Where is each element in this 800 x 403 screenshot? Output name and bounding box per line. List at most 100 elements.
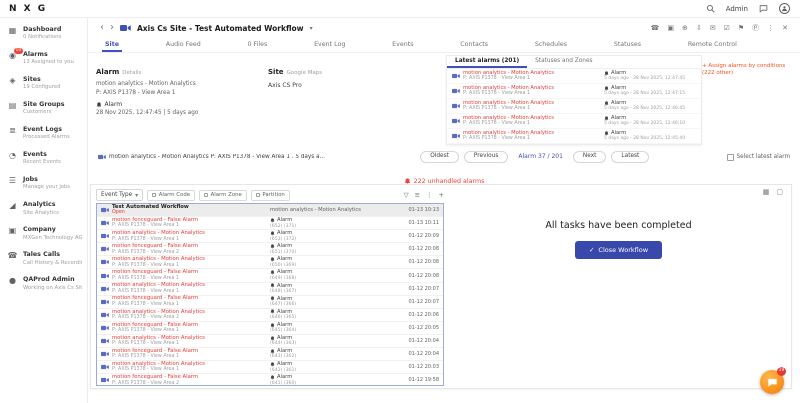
list-item[interactable]: motion analytics - Motion Analytics P: A… bbox=[447, 84, 701, 99]
add-icon[interactable]: + bbox=[439, 192, 444, 199]
search-icon[interactable] bbox=[706, 4, 715, 13]
sidebar-item-tales-calls[interactable]: ☎ Tales Calls Call History & Recordings bbox=[0, 246, 87, 271]
sort-icon[interactable]: ≡ bbox=[415, 192, 420, 199]
filter-chip-alarm-zone[interactable]: Alarm Zone bbox=[199, 189, 247, 201]
video-icon[interactable]: ▣ bbox=[667, 24, 674, 32]
close-icon[interactable]: ✕ bbox=[782, 24, 788, 32]
more-icon[interactable]: ⋮ bbox=[426, 192, 433, 199]
table-row[interactable]: motion analytics - Motion Analytics P: A… bbox=[97, 361, 443, 375]
content-top: Alarm Details motion analytics - Motion A… bbox=[88, 53, 800, 148]
sidebar-item-dashboard[interactable]: ▦ Dashboard 0 Notifications bbox=[0, 21, 87, 46]
tab-files[interactable]: 0 Files bbox=[244, 38, 270, 52]
more-icon[interactable]: ⋮ bbox=[767, 24, 774, 32]
bell-icon bbox=[604, 100, 609, 105]
tab-statuses[interactable]: Statuses bbox=[611, 38, 644, 52]
table-row[interactable]: motion analytics - Motion Analytics P: A… bbox=[97, 282, 443, 296]
parking-icon[interactable]: Ⓟ bbox=[752, 24, 759, 32]
list-item[interactable]: motion analytics - Motion Analytics P: A… bbox=[447, 69, 701, 84]
phone-icon: ☎ bbox=[7, 251, 18, 261]
events-icon: ◔ bbox=[9, 151, 16, 161]
table-row[interactable]: motion fenceguard - False Alarm P: AXIS … bbox=[97, 322, 443, 335]
oldest-button[interactable]: Oldest bbox=[420, 150, 459, 164]
table-row[interactable]: motion fenceguard - False Alarm P: AXIS … bbox=[97, 243, 443, 257]
table-row[interactable]: motion analytics - Motion Analytics P: A… bbox=[97, 229, 443, 244]
avatar[interactable] bbox=[779, 3, 790, 14]
sidebar-item-sites[interactable]: ◈ Sites 19 Configured bbox=[0, 71, 87, 96]
table-row[interactable]: motion fenceguard - False Alarm P: AXIS … bbox=[97, 348, 443, 362]
table-row[interactable]: motion fenceguard - False Alarm P: AXIS … bbox=[97, 295, 443, 309]
camera-icon bbox=[452, 88, 460, 94]
sidebar-item-analytics[interactable]: ◢ Analytics Site Analytics bbox=[0, 196, 87, 221]
tab-audio-feed[interactable]: Audio Feed bbox=[163, 38, 204, 52]
window-title[interactable]: Axis Cs Site - Test Automated Workflow bbox=[137, 24, 304, 33]
support-fab[interactable]: 19 bbox=[760, 367, 786, 394]
notification-badge: 10 bbox=[14, 48, 23, 55]
tab-event-log[interactable]: Event Log bbox=[311, 38, 348, 52]
camera-icon bbox=[101, 233, 109, 239]
filter-chip-alarm-code[interactable]: Alarm Code bbox=[147, 189, 196, 201]
sidebar-item-company[interactable]: ▣ Company MXGen Technology AG bbox=[0, 221, 87, 246]
sidebar-item-alarms[interactable]: ◉ 10 Alarms 13 Assigned to you bbox=[0, 46, 87, 71]
bell-icon bbox=[604, 130, 609, 135]
expand-icon[interactable]: ▢ bbox=[776, 189, 783, 196]
next-button[interactable]: Next bbox=[572, 150, 607, 164]
table-row[interactable]: motion analytics - Motion Analytics P: A… bbox=[97, 256, 443, 270]
bell-icon bbox=[604, 115, 609, 120]
admin-menu[interactable]: Admin bbox=[726, 5, 748, 13]
funnel-icon[interactable]: ▽ bbox=[404, 192, 409, 199]
globe-icon[interactable]: ⊕ bbox=[682, 24, 688, 32]
sidebar-item-site-groups[interactable]: ▤ Site Groups Customers bbox=[0, 96, 87, 121]
row-subtitle: P: AXIS P1378 - View Area 1 bbox=[112, 275, 179, 281]
sidebar-item-jobs[interactable]: ☰ Jobs Manage your jobs bbox=[0, 171, 87, 196]
tab-schedules[interactable]: Schedules bbox=[532, 38, 570, 52]
list-item[interactable]: motion analytics - Motion Analytics P: A… bbox=[447, 129, 701, 144]
tab-statuses-and-zones[interactable]: Statuses and Zones bbox=[527, 56, 600, 68]
site-panel: Site Google Maps Axis CS Pro bbox=[268, 59, 378, 89]
phone-icon[interactable]: ☎ bbox=[651, 24, 660, 32]
list-item[interactable]: motion analytics - Motion Analytics P: A… bbox=[447, 99, 701, 114]
chevron-down-icon[interactable]: ▾ bbox=[310, 25, 313, 32]
list-item[interactable]: motion analytics - Motion Analytics P: A… bbox=[447, 114, 701, 129]
task-icon[interactable]: ☑ bbox=[724, 24, 730, 32]
table-row[interactable]: Test Automated Workflow Open motion anal… bbox=[97, 204, 443, 218]
previous-button[interactable]: Previous bbox=[463, 150, 509, 164]
row-codes: (641) (360) bbox=[270, 380, 297, 386]
grid-icon[interactable]: ▦ bbox=[763, 189, 770, 196]
table-row[interactable]: motion fenceguard - False Alarm P: AXIS … bbox=[97, 374, 443, 386]
latest-button[interactable]: Latest bbox=[611, 150, 650, 164]
close-workflow-button[interactable]: ✓ Close Workflow bbox=[574, 241, 663, 259]
forward-button[interactable]: › bbox=[110, 23, 114, 33]
alarm-device: P: AXIS P1378 - View Area 1 bbox=[463, 136, 530, 142]
tab-remote-control[interactable]: Remote Control bbox=[685, 38, 740, 52]
tab-events[interactable]: Events bbox=[389, 38, 416, 52]
tab-site[interactable]: Site bbox=[102, 38, 122, 52]
filter-chip-partition[interactable]: Partition bbox=[250, 189, 290, 201]
tab-latest-alarms[interactable]: Latest alarms (201) bbox=[447, 56, 528, 68]
message-icon[interactable] bbox=[759, 4, 768, 13]
latest-alarms-list: motion analytics - Motion Analytics P: A… bbox=[447, 69, 701, 144]
select-latest-checkbox[interactable] bbox=[726, 153, 734, 161]
row-title: motion analytics - Motion Analytics bbox=[112, 229, 205, 236]
flag-icon[interactable]: ⚑ bbox=[738, 24, 744, 32]
sidebar-item-subtitle: Recent Events bbox=[23, 159, 61, 166]
chat-icon[interactable]: ✉ bbox=[710, 24, 716, 32]
row-time: 01-13 10:13 bbox=[408, 207, 439, 214]
back-button[interactable]: ‹ bbox=[100, 23, 104, 33]
sidebar-item-event-logs[interactable]: ≣ Event Logs Processed Alarms bbox=[0, 121, 87, 146]
table-row[interactable]: motion analytics - Motion Analytics P: A… bbox=[97, 335, 443, 349]
sidebar-item-events[interactable]: ◔ Events Recent Events bbox=[0, 146, 87, 171]
download-icon[interactable]: ⇩ bbox=[696, 24, 702, 32]
assign-alarms-link[interactable]: + Assign alarms by conditions (222 other… bbox=[702, 63, 794, 78]
row-title: motion analytics - Motion Analytics bbox=[112, 256, 205, 263]
table-row[interactable]: motion analytics - Motion Analytics P: A… bbox=[97, 309, 443, 322]
site-name[interactable]: Axis CS Pro bbox=[268, 82, 378, 89]
workflow-completed-panel: All tasks have been completed ✓ Close Wo… bbox=[456, 205, 781, 378]
sidebar-item-profile[interactable]: ● QAProd Admin Working on Axis Cs Site bbox=[0, 271, 87, 296]
tab-contacts[interactable]: Contacts bbox=[457, 38, 491, 52]
event-type-select[interactable]: Event Type ▾ bbox=[96, 189, 144, 201]
table-row[interactable]: motion fenceguard - False Alarm P: AXIS … bbox=[97, 269, 443, 283]
table-row[interactable]: motion fenceguard - False Alarm P: AXIS … bbox=[97, 217, 443, 231]
topbar: N X G Admin bbox=[0, 0, 800, 18]
camera-icon bbox=[101, 299, 109, 305]
row-codes: (643) (362) bbox=[270, 354, 297, 360]
